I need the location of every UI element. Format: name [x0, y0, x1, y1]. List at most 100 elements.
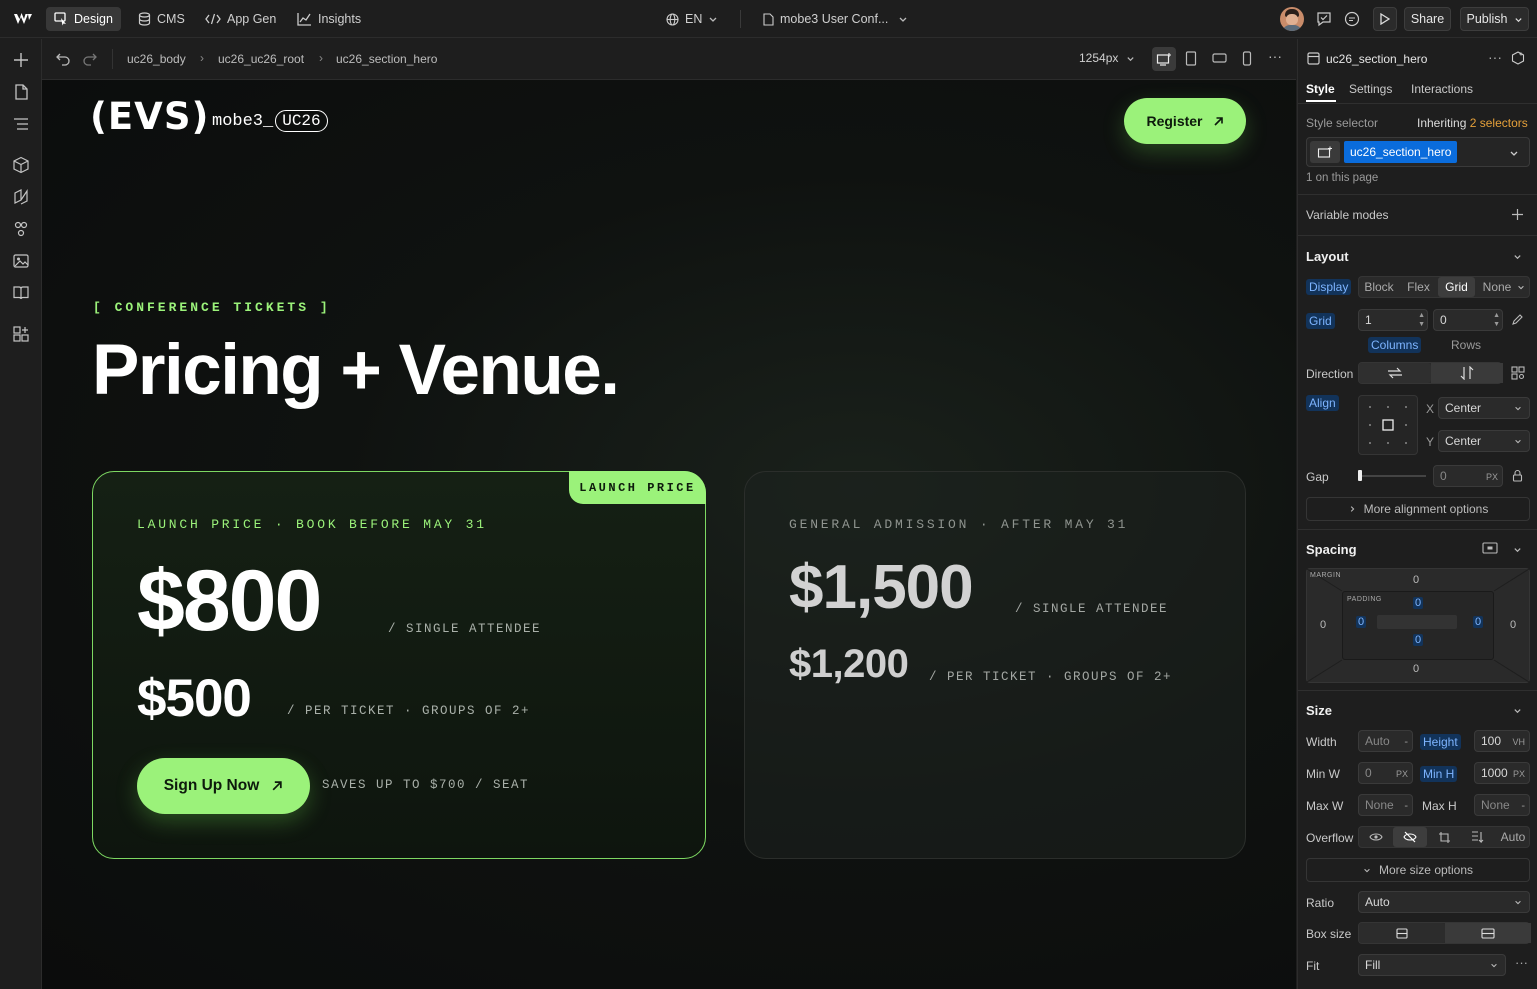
breadcrumb-item[interactable]: uc26_body	[127, 52, 186, 66]
tab-interactions[interactable]: Interactions	[1411, 82, 1473, 96]
styles-icon[interactable]	[12, 188, 30, 206]
more-size-options-button[interactable]: More size options	[1306, 858, 1530, 882]
stepper-icon[interactable]: ▲ ▼	[1418, 311, 1425, 329]
margin-bottom-value[interactable]: 0	[1413, 663, 1419, 675]
padding-bottom-value[interactable]: 0	[1413, 634, 1424, 646]
min-height-unit[interactable]: PX	[1513, 769, 1525, 779]
add-element-icon[interactable]	[12, 51, 30, 69]
gap-slider-track[interactable]	[1358, 475, 1426, 477]
more-options-icon[interactable]: ···	[1515, 955, 1528, 970]
grid-columns-input[interactable]: 1 ▲ ▼	[1358, 309, 1428, 331]
design-canvas[interactable]: (EVS) mobe3_ UC26 Register [ CONFERENCE …	[42, 80, 1296, 989]
language-selector[interactable]: EN	[658, 7, 726, 31]
margin-right-value[interactable]: 0	[1510, 619, 1516, 631]
sign-up-button[interactable]: Sign Up Now	[137, 758, 310, 814]
tab-design[interactable]: Design	[46, 7, 121, 31]
tab-cms[interactable]: CMS	[130, 7, 193, 31]
alignment-grid[interactable]	[1358, 395, 1418, 455]
launch-price-card[interactable]: LAUNCH PRICE LAUNCH PRICE · BOOK BEFORE …	[92, 471, 706, 859]
stepper-icon[interactable]: ▲ ▼	[1493, 311, 1500, 329]
apps-icon[interactable]	[12, 325, 30, 343]
site-logo[interactable]: (EVS)	[90, 95, 209, 138]
display-flex-option[interactable]: Flex	[1399, 277, 1438, 297]
canvas-width-selector[interactable]: 1254px	[1079, 51, 1135, 65]
variables-icon[interactable]	[12, 220, 30, 238]
breakpoint-desktop-icon[interactable]	[1152, 47, 1176, 71]
padding-right-value[interactable]: 0	[1473, 616, 1484, 628]
align-x-select[interactable]: Center	[1438, 397, 1530, 419]
chevron-down-icon[interactable]	[1509, 148, 1519, 158]
max-height-input[interactable]: None -	[1474, 794, 1530, 816]
inheriting-count[interactable]: 2 selectors	[1470, 116, 1528, 130]
selector-chip[interactable]: uc26_section_hero	[1344, 141, 1458, 163]
display-none-option[interactable]: None	[1477, 277, 1517, 297]
chevron-down-icon[interactable]	[1513, 545, 1522, 554]
book-icon[interactable]	[12, 284, 30, 302]
display-grid-option[interactable]: Grid	[1438, 277, 1475, 297]
style-selector-input[interactable]: uc26_section_hero	[1306, 137, 1530, 167]
gap-slider-handle[interactable]	[1358, 470, 1362, 481]
comments-check-icon[interactable]	[1315, 10, 1333, 28]
fit-select[interactable]: Fill	[1358, 954, 1506, 976]
overflow-scroll-option[interactable]	[1427, 827, 1461, 847]
width-unit[interactable]: -	[1404, 736, 1408, 748]
display-block-option[interactable]: Block	[1359, 277, 1399, 297]
webflow-logo-icon[interactable]	[13, 11, 33, 27]
register-button[interactable]: Register	[1124, 98, 1246, 144]
tab-insights[interactable]: Insights	[289, 7, 369, 31]
align-y-select[interactable]: Center	[1438, 430, 1530, 452]
margin-left-value[interactable]: 0	[1320, 619, 1326, 631]
margin-top-value[interactable]: 0	[1413, 574, 1419, 586]
min-width-unit[interactable]: PX	[1396, 769, 1408, 779]
more-options-icon[interactable]: ···	[1268, 49, 1282, 65]
width-input[interactable]: Auto -	[1358, 730, 1413, 752]
spacing-presets-icon[interactable]	[1482, 542, 1498, 556]
undo-icon[interactable]	[55, 51, 71, 67]
assets-icon[interactable]	[12, 252, 30, 270]
avatar[interactable]	[1280, 7, 1304, 31]
chevron-down-icon[interactable]	[1517, 283, 1525, 291]
preview-play-button[interactable]	[1373, 7, 1397, 31]
breadcrumb-item[interactable]: uc26_uc26_root	[218, 52, 304, 66]
tab-app-gen[interactable]: App Gen	[197, 7, 284, 31]
publish-button[interactable]: Publish	[1460, 7, 1529, 31]
breakpoint-landscape-icon[interactable]	[1212, 52, 1228, 66]
padding-top-value[interactable]: 0	[1413, 597, 1424, 609]
chevron-down-icon[interactable]	[1513, 706, 1522, 715]
more-options-icon[interactable]: ···	[1488, 49, 1502, 65]
grid-edit-icon[interactable]	[1511, 313, 1525, 327]
share-button[interactable]: Share	[1404, 7, 1451, 31]
max-width-input[interactable]: None -	[1358, 794, 1413, 816]
height-unit[interactable]: VH	[1512, 737, 1525, 747]
breakpoint-mobile-icon[interactable]	[1242, 51, 1254, 67]
page-selector[interactable]: mobe3 User Conf...	[755, 7, 916, 31]
component-icon[interactable]	[1511, 51, 1525, 65]
pages-icon[interactable]	[12, 83, 30, 101]
breadcrumb-item[interactable]: uc26_section_hero	[336, 52, 437, 66]
more-alignment-options-button[interactable]: More alignment options	[1306, 497, 1530, 521]
overflow-visible-option[interactable]	[1359, 827, 1393, 847]
breakpoint-tablet-icon[interactable]	[1185, 51, 1199, 67]
ratio-select[interactable]: Auto	[1358, 891, 1530, 913]
add-variable-mode-icon[interactable]	[1511, 208, 1525, 222]
overflow-hidden-option[interactable]	[1393, 827, 1427, 847]
chevron-down-icon[interactable]	[1513, 252, 1522, 261]
direction-column-option[interactable]	[1431, 363, 1503, 383]
grid-settings-icon[interactable]	[1511, 366, 1525, 380]
overflow-clip-option[interactable]	[1461, 827, 1495, 847]
max-height-unit[interactable]: -	[1521, 800, 1525, 812]
tab-settings[interactable]: Settings	[1349, 82, 1392, 96]
redo-icon[interactable]	[82, 51, 98, 67]
general-admission-card[interactable]: GENERAL ADMISSION · AFTER MAY 31 $1,500 …	[744, 471, 1246, 859]
height-input[interactable]: 100 VH	[1474, 730, 1530, 752]
border-box-option[interactable]	[1359, 923, 1445, 943]
components-icon[interactable]	[12, 156, 30, 174]
lock-icon[interactable]	[1512, 469, 1524, 483]
chat-icon[interactable]	[1343, 10, 1361, 28]
gap-input[interactable]: 0 PX	[1433, 465, 1503, 487]
max-width-unit[interactable]: -	[1404, 800, 1408, 812]
min-height-input[interactable]: 1000 PX	[1474, 762, 1530, 784]
padding-left-value[interactable]: 0	[1356, 616, 1367, 628]
navigator-icon[interactable]	[12, 115, 30, 133]
direction-row-option[interactable]	[1359, 363, 1431, 383]
